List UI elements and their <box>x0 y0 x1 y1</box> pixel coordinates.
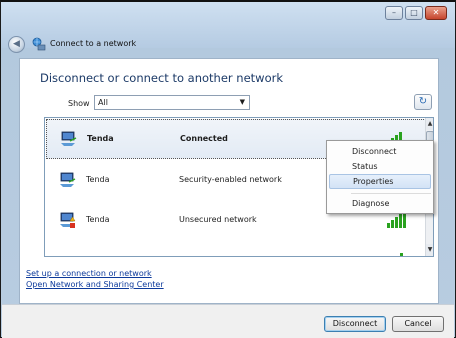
show-filter-select[interactable]: All ▼ <box>94 95 250 110</box>
network-name: Tenda <box>87 134 114 143</box>
minimize-button[interactable]: – <box>385 6 403 20</box>
wireless-network-icon <box>61 131 77 146</box>
unsecured-network-icon <box>60 212 76 228</box>
scroll-down-arrow-icon[interactable]: ▼ <box>426 244 433 256</box>
scroll-up-arrow-icon[interactable]: ▲ <box>426 118 433 130</box>
dialog-footer: Disconnect Cancel <box>2 304 454 338</box>
network-context-menu: Disconnect Status Properties Diagnose <box>326 140 434 214</box>
network-row[interactable] <box>46 241 426 257</box>
menu-separator <box>351 193 431 194</box>
network-name: Tenda <box>86 215 110 224</box>
chevron-down-icon: ▼ <box>239 98 245 106</box>
menu-item-diagnose[interactable]: Diagnose <box>329 196 431 211</box>
menu-item-disconnect[interactable]: Disconnect <box>329 144 431 159</box>
menu-item-status[interactable]: Status <box>329 159 431 174</box>
refresh-icon: ↻ <box>418 96 428 107</box>
window-title: Connect to a network <box>50 39 137 48</box>
disconnect-button[interactable]: Disconnect <box>324 316 386 332</box>
signal-strength-icon <box>400 253 403 256</box>
close-button[interactable]: ✕ <box>425 6 447 20</box>
show-label: Show <box>68 99 90 108</box>
maximize-button[interactable]: □ <box>405 6 423 20</box>
connect-to-network-window: – □ ✕ ◀ Connect to a network Disconnect … <box>0 0 456 338</box>
cancel-button[interactable]: Cancel <box>392 316 444 332</box>
network-status: Security-enabled network <box>179 175 282 184</box>
network-status: Connected <box>180 134 228 143</box>
network-status: Unsecured network <box>179 215 257 224</box>
title-bar: – □ ✕ ◀ Connect to a network <box>1 2 455 53</box>
show-filter-value: All <box>98 98 108 107</box>
refresh-button[interactable]: ↻ <box>414 94 432 110</box>
page-heading: Disconnect or connect to another network <box>40 71 283 85</box>
setup-connection-link[interactable]: Set up a connection or network <box>26 269 152 278</box>
caption-buttons: – □ ✕ <box>385 6 447 20</box>
wireless-network-icon <box>58 251 76 257</box>
back-arrow-icon[interactable]: ◀ <box>8 36 25 53</box>
menu-item-properties[interactable]: Properties <box>329 174 431 189</box>
network-globe-icon <box>32 37 46 51</box>
wireless-network-icon <box>60 172 76 187</box>
network-sharing-center-link[interactable]: Open Network and Sharing Center <box>26 280 164 289</box>
network-name: Tenda <box>86 175 110 184</box>
